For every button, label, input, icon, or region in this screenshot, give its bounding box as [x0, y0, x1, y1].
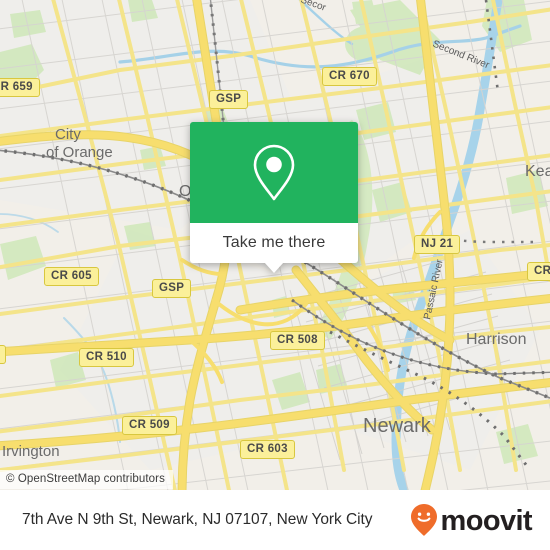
- map-place-label: Irvington: [2, 443, 60, 460]
- map-attribution[interactable]: © OpenStreetMap contributors: [0, 470, 173, 489]
- map-pin-icon: [253, 144, 295, 200]
- popup-pointer-tail: [264, 262, 284, 273]
- take-me-there-button[interactable]: Take me there: [190, 223, 358, 263]
- map-place-label: Newark: [363, 415, 432, 437]
- popup-image-panel: [190, 122, 358, 223]
- map-canvas[interactable]: City of Orange O Newark Harrison Irvington Kea…: [0, 0, 550, 490]
- moovit-map-screenshot: City of Orange O Newark Harrison Irvington Kea…: [0, 0, 550, 550]
- footer-bar: 7th Ave N 9th St, Newark, NJ 07107, New …: [0, 490, 550, 550]
- moovit-wordmark: moovit: [440, 504, 533, 537]
- location-popup-card[interactable]: Take me there: [190, 122, 358, 273]
- moovit-smiley-pin-icon: [410, 504, 437, 536]
- address-label: 7th Ave N 9th St, Newark, NJ 07107, New …: [22, 511, 373, 528]
- map-place-label: City: [55, 126, 81, 143]
- moovit-logo[interactable]: moovit: [409, 503, 533, 537]
- map-place-label: Kea: [525, 163, 550, 180]
- map-place-label: of Orange: [46, 144, 113, 161]
- take-me-there-label: Take me there: [222, 234, 326, 251]
- map-place-label: Harrison: [466, 331, 526, 348]
